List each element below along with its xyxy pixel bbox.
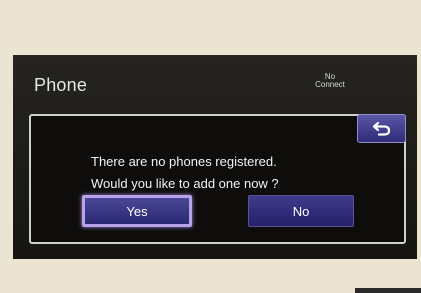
manual-page: Phone No Connect There are no phones reg…	[0, 0, 421, 293]
back-arrow-icon	[372, 121, 390, 136]
connection-status: No Connect	[308, 73, 352, 89]
yes-button[interactable]: Yes	[82, 195, 192, 227]
no-button[interactable]: No	[248, 195, 354, 227]
figure-code-strip	[355, 288, 421, 293]
connection-status-line-2: Connect	[315, 80, 345, 89]
dialog-message-line-1: There are no phones registered.	[91, 154, 277, 169]
phone-screen: Phone No Connect There are no phones reg…	[13, 55, 417, 259]
back-button[interactable]	[357, 114, 406, 143]
dialog-message: There are no phones registered. Would yo…	[91, 151, 351, 195]
screen-title: Phone	[34, 75, 88, 95]
dialog-message-line-2: Would you like to add one now ?	[91, 176, 279, 191]
